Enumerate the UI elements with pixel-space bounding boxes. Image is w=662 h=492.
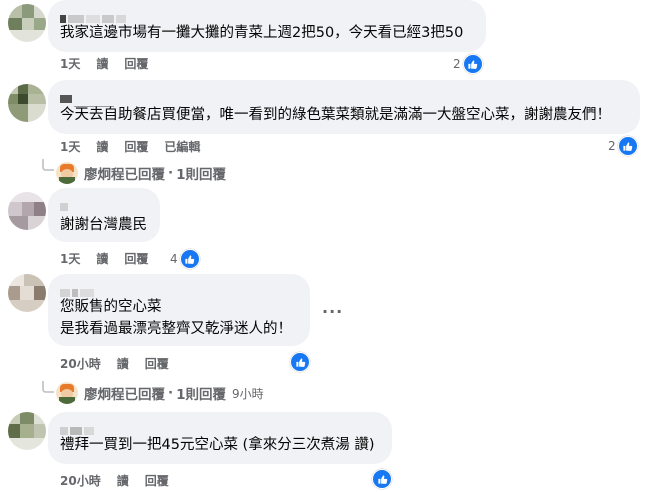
commenter-avatar[interactable]: [8, 84, 46, 122]
read-button[interactable]: 讀: [117, 473, 129, 489]
comment-actions: 20小時讀回覆: [60, 473, 185, 489]
commenter-avatar[interactable]: [8, 412, 46, 450]
commenter-name-blurred[interactable]: [60, 282, 96, 297]
comment-actions: 1天讀回覆: [60, 56, 164, 72]
comment-bubble: 今天去自助餐店買便當，唯一看到的綠色葉菜類就是滿滿一大盤空心菜，謝謝農友們！: [48, 80, 640, 134]
replier-avatar: [56, 382, 78, 404]
read-button[interactable]: 讀: [96, 139, 108, 155]
reply-count: 1則回覆: [176, 167, 227, 183]
replies-summary[interactable]: 廖炯程已回覆 · 1則回覆: [56, 162, 226, 184]
commenter-avatar[interactable]: [8, 274, 46, 312]
reaction-summary[interactable]: 2: [453, 54, 483, 74]
thumbs-up-icon: [462, 54, 483, 74]
thumbs-up-icon: [179, 249, 200, 269]
read-button[interactable]: 讀: [96, 251, 108, 267]
reply-button[interactable]: 回覆: [124, 139, 148, 155]
reaction-summary[interactable]: 2: [608, 136, 638, 156]
reply-count: 1則回覆: [176, 387, 227, 403]
reply-arrow-icon: [42, 381, 54, 393]
comment-thread: 我家這邊市場有一攤大攤的青菜上週2把50，今天看已經3把50 1天讀回覆 2 今…: [0, 0, 662, 492]
commenter-name-blurred[interactable]: [60, 420, 96, 435]
like-count: 2: [453, 57, 461, 71]
comment-actions: 20小時讀回覆: [60, 356, 185, 372]
read-button[interactable]: 讀: [117, 356, 129, 372]
reply-button[interactable]: 回覆: [145, 473, 169, 489]
like-count: 4: [170, 252, 178, 266]
reply-button[interactable]: 回覆: [145, 356, 169, 372]
more-options-icon[interactable]: ···: [322, 302, 343, 321]
commenter-name-blurred[interactable]: [60, 8, 128, 23]
commenter-name-blurred[interactable]: [60, 196, 70, 211]
comment-time[interactable]: 1天: [60, 251, 80, 267]
like-count: 2: [608, 139, 616, 153]
commenter-name-blurred[interactable]: [60, 88, 116, 107]
comment-time[interactable]: 20小時: [60, 356, 101, 372]
reaction-summary[interactable]: 4: [170, 249, 200, 269]
reply-button[interactable]: 回覆: [124, 56, 148, 72]
comment-text: 謝謝台灣農民: [60, 217, 147, 233]
comment-text: 禮拜一買到一把45元空心菜 (拿來分三次煮湯 讚): [60, 437, 375, 453]
reply-time: 9小時: [232, 386, 264, 401]
comment-actions: 1天讀回覆 已編輯: [60, 139, 216, 155]
comment-text: 我家這邊市場有一攤大攤的青菜上週2把50，今天看已經3把50: [60, 25, 464, 41]
comment-bubble: 我家這邊市場有一攤大攤的青菜上週2把50，今天看已經3把50: [48, 0, 486, 52]
commenter-avatar[interactable]: [8, 192, 46, 230]
comment-time[interactable]: 1天: [60, 139, 80, 155]
replier-avatar: [56, 162, 78, 184]
reply-separator: ·: [168, 385, 174, 401]
comment-time[interactable]: 20小時: [60, 473, 101, 489]
comment-bubble: 禮拜一買到一把45元空心菜 (拿來分三次煮湯 讚): [48, 412, 392, 464]
read-button[interactable]: 讀: [96, 56, 108, 72]
comment-time[interactable]: 1天: [60, 56, 80, 72]
comment-text: 今天去自助餐店買便當，唯一看到的綠色葉菜類就是滿滿一大盤空心菜，謝謝農友們！: [60, 107, 611, 123]
reply-button[interactable]: 回覆: [124, 251, 148, 267]
reaction-summary[interactable]: [290, 352, 310, 372]
thumbs-up-icon: [617, 136, 638, 156]
comment-actions: 1天讀回覆: [60, 251, 164, 267]
comment-bubble: 您販售的空心菜 是我看過最漂亮整齊又乾淨迷人的！: [48, 274, 310, 346]
edited-label: 已編輯: [164, 140, 201, 154]
reply-arrow-icon: [42, 159, 54, 171]
thumbs-up-icon: [290, 352, 310, 372]
reply-author: 廖炯程已回覆: [84, 167, 165, 183]
reply-separator: ·: [168, 165, 174, 181]
reply-author: 廖炯程已回覆: [84, 387, 165, 403]
comment-bubble: 謝謝台灣農民: [48, 188, 160, 242]
commenter-avatar[interactable]: [8, 4, 46, 42]
thumbs-up-icon: [372, 469, 392, 489]
comment-text: 您販售的空心菜: [60, 299, 162, 315]
replies-summary[interactable]: 廖炯程已回覆 · 1則回覆 9小時: [56, 382, 264, 404]
comment-text: 是我看過最漂亮整齊又乾淨迷人的！: [60, 321, 292, 337]
reaction-summary[interactable]: [372, 469, 392, 489]
